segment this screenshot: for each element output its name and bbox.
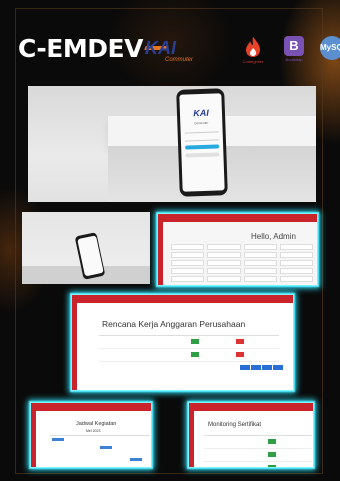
mockup-panel-small: [22, 212, 150, 284]
certificate-page: Monitoring Sertifikat: [194, 411, 313, 467]
dashboard-topbar: [158, 214, 317, 222]
edit-button: [191, 339, 199, 344]
certificate-screenshot: Monitoring Sertifikat: [188, 402, 314, 468]
logo-row: C-EMDEV KAI Commuter CodeIgniter B Boots…: [18, 32, 340, 68]
mysql-icon: MySQL: [320, 36, 340, 60]
mysql-logo: MySQL: [318, 36, 340, 66]
action-button: [267, 439, 276, 444]
screen-logo: KAI: [193, 107, 209, 119]
calendar-event: [130, 458, 142, 461]
schedule-title: Jadwal Kegiatan: [76, 421, 117, 427]
codeigniter-logo: CodeIgniter: [239, 36, 267, 66]
action-button: [267, 465, 276, 467]
kai-commuter-logo: KAI Commuter: [144, 38, 205, 66]
table-row: [99, 348, 279, 362]
screen-secondary-button: [185, 152, 220, 158]
certificate-table: [204, 433, 312, 467]
rkap-pagination: [240, 365, 283, 370]
table-row: [204, 461, 312, 467]
screen-username-field: [184, 127, 219, 134]
bootstrap-icon: B: [284, 36, 304, 56]
bootstrap-label: Bootstrap: [285, 57, 303, 62]
rkap-title: Rencana Kerja Anggaran Perusahaan: [102, 319, 246, 329]
table-row: [204, 448, 312, 462]
codeigniter-flame-icon: [246, 37, 260, 57]
mockup-panel-main: KAI Commuter: [28, 86, 316, 202]
schedule-page: Jadwal Kegiatan Mei 2023: [36, 411, 151, 467]
screen-logo-sub: Commuter: [194, 120, 209, 126]
phone-mockup: KAI Commuter: [176, 88, 228, 197]
rkap-page: Rencana Kerja Anggaran Perusahaan: [77, 303, 293, 390]
kai-logo-text: KAI: [145, 38, 176, 58]
rkap-screenshot: Rencana Kerja Anggaran Perusahaan: [71, 294, 294, 391]
delete-button: [236, 352, 244, 357]
schedule-topbar: [31, 403, 151, 411]
rkap-topbar: [72, 295, 293, 303]
dashboard-card-row: [171, 268, 313, 274]
codeigniter-label: CodeIgniter: [242, 59, 264, 64]
certificate-topbar: [189, 403, 313, 411]
table-row: [99, 335, 279, 349]
action-button: [267, 452, 276, 457]
edit-button: [191, 352, 199, 357]
bootstrap-logo: B Bootstrap: [280, 36, 308, 66]
delete-button: [236, 339, 244, 344]
dashboard-page: Hello, Admin: [163, 222, 317, 285]
phone-screen: KAI Commuter: [179, 93, 225, 192]
dashboard-card-row: [171, 276, 313, 282]
dashboard-card-row: [171, 252, 313, 258]
brand-title: C-EMDEV: [18, 34, 143, 63]
schedule-calendar: [50, 435, 150, 467]
dashboard-card-row: [171, 244, 313, 250]
screen-login-button: [185, 144, 220, 150]
dashboard-greeting: Hello, Admin: [251, 232, 296, 241]
certificate-title: Monitoring Sertifikat: [208, 422, 262, 428]
dashboard-card-row: [171, 260, 313, 266]
schedule-month: Mei 2023: [86, 429, 101, 433]
table-row: [204, 435, 312, 449]
kai-logo-sub: Commuter: [165, 57, 194, 63]
rkap-table: [99, 333, 279, 362]
calendar-event: [100, 446, 112, 449]
dashboard-screenshot: Hello, Admin: [157, 213, 318, 286]
schedule-screenshot: Jadwal Kegiatan Mei 2023: [30, 402, 152, 468]
screen-password-field: [184, 135, 219, 142]
calendar-event: [52, 438, 64, 441]
